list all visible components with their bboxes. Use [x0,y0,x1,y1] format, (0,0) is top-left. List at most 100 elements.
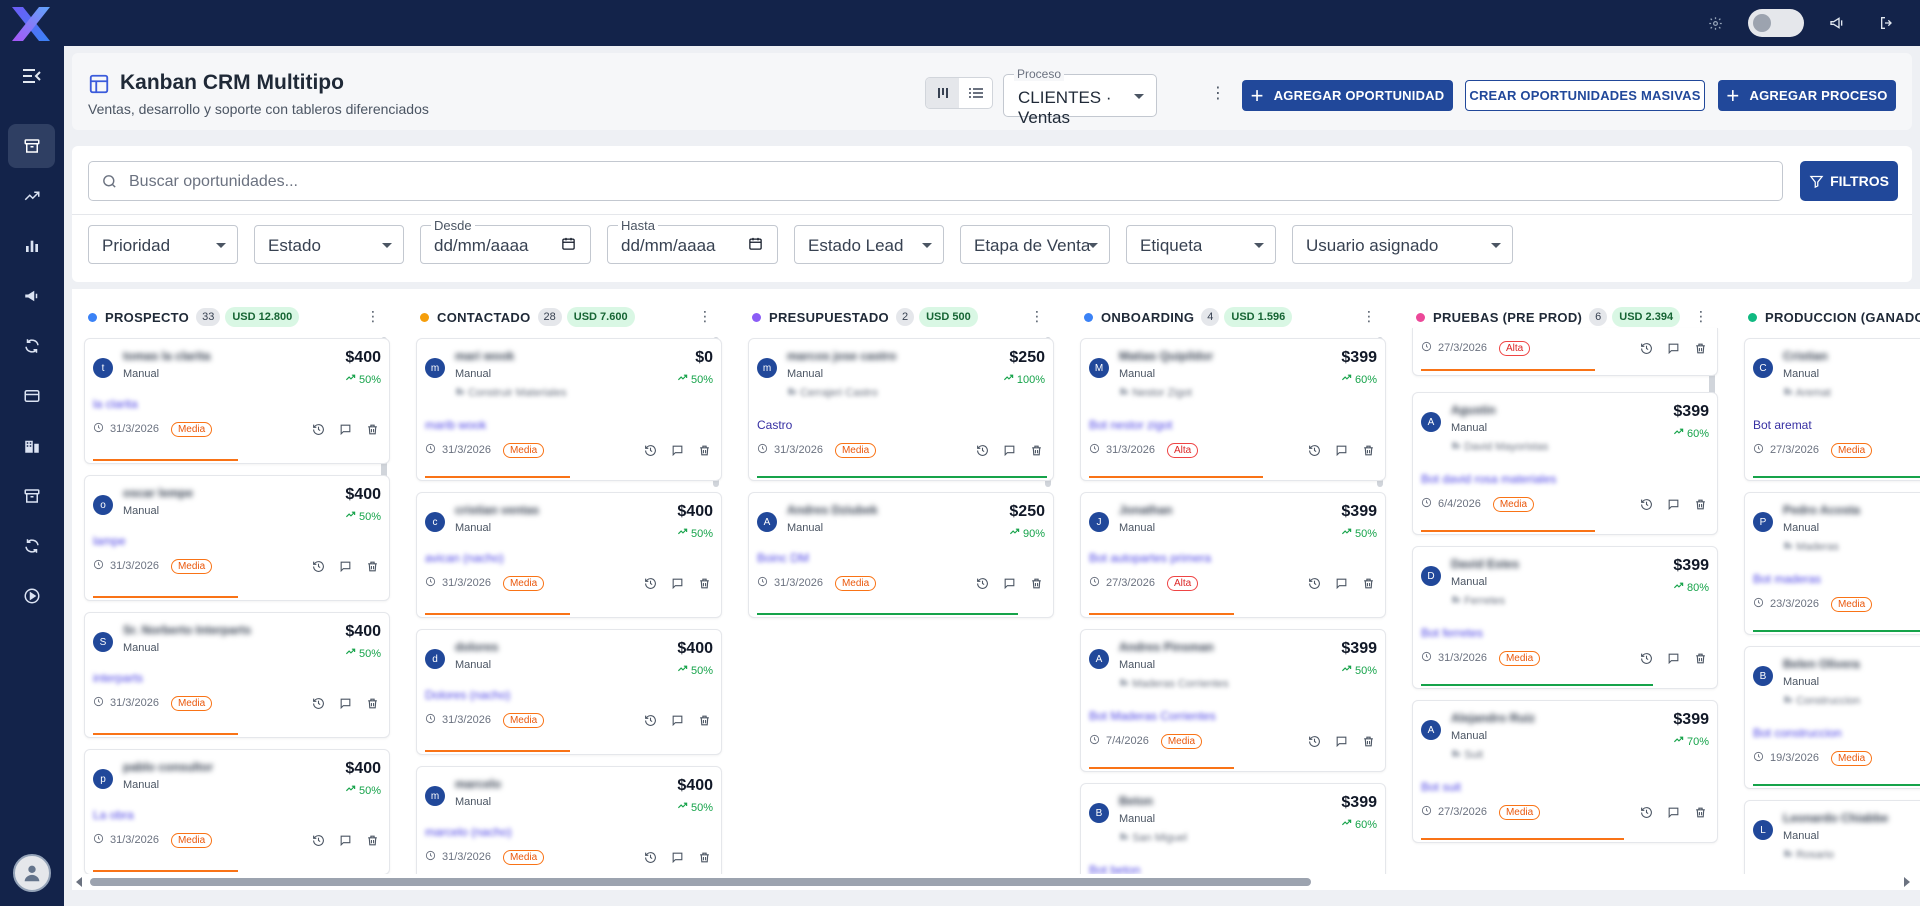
history-icon[interactable] [644,851,657,867]
bot-link[interactable]: Bot nestor zigot [1089,418,1172,432]
logout-icon[interactable] [1876,12,1898,34]
theme-toggle[interactable] [1748,9,1804,37]
trash-icon[interactable] [366,423,379,439]
bot-link[interactable]: Bot autopartes primera [1089,551,1211,565]
comment-icon[interactable] [671,577,684,593]
opportunity-card[interactable]: d dolores Manual $400 50% Dolores (nacho) 31/… [416,629,722,755]
column-menu-icon[interactable]: ⋮ [698,308,712,325]
history-icon[interactable] [976,577,989,593]
bot-link[interactable]: Boinc DM [757,551,809,565]
sidebar-item-billing[interactable] [8,374,55,418]
history-icon[interactable] [1640,498,1653,514]
megaphone-icon[interactable] [1826,12,1848,34]
scrollbar-thumb[interactable] [90,878,1311,886]
bot-link[interactable]: Bot ferretes [1421,626,1483,640]
history-icon[interactable] [1308,444,1321,460]
opportunity-card[interactable]: B Belen Olivera Manual Construccion Bot con… [1744,646,1920,789]
sales-stage-select[interactable]: Etapa de Venta [960,225,1110,264]
collapse-menu-icon[interactable] [8,54,55,98]
bot-link[interactable]: Dolores (nacho) [425,688,510,702]
bot-link[interactable]: la clarita [93,397,138,411]
more-options-icon[interactable]: ⋮ [1210,83,1226,103]
sidebar-item-archive[interactable] [8,474,55,518]
comment-icon[interactable] [1335,577,1348,593]
bot-link[interactable]: Bot construccion [1753,726,1842,740]
column-menu-icon[interactable]: ⋮ [366,308,380,325]
process-select[interactable]: Proceso CLIENTES · Ventas [1003,67,1157,127]
trash-icon[interactable] [1030,577,1043,593]
bot-link[interactable]: Bot aremat [1753,418,1812,432]
comment-icon[interactable] [671,851,684,867]
comment-icon[interactable] [1003,577,1016,593]
comment-icon[interactable] [339,423,352,439]
opportunity-card[interactable]: P Pedro Acosta Manual Maderas Bot maderas 23… [1744,492,1920,635]
trash-icon[interactable] [1694,652,1707,668]
lead-status-select[interactable]: Estado Lead [794,225,944,264]
column-menu-icon[interactable]: ⋮ [1362,308,1376,325]
opportunity-card[interactable]: o oscar lempe Manual $400 50% lampe 31/3/2026… [84,475,390,601]
bot-link[interactable]: Castro [757,418,792,432]
trash-icon[interactable] [698,851,711,867]
settings-icon[interactable] [1704,12,1726,34]
opportunity-card[interactable]: C Cristian Manual Aremat Bot aremat 27/3/202… [1744,338,1920,481]
column-menu-icon[interactable]: ⋮ [1030,308,1044,325]
bot-link[interactable]: Bot maderas [1753,572,1821,586]
opportunity-card[interactable]: p pablo consultor Manual $400 50% La obra 31/… [84,749,390,875]
opportunity-card[interactable]: c cristian ventas Manual $400 50% avican (na… [416,492,722,618]
comment-icon[interactable] [339,834,352,850]
opportunity-card[interactable]: m marcelo Manual $400 50% marcelo (nacho) 31/… [416,766,722,877]
opportunity-card[interactable]: M Matias Quipildor Manual Nestor Zigot $399… [1080,338,1386,481]
trash-icon[interactable] [698,714,711,730]
opportunity-card[interactable]: B Beton Manual San Miguel $399 60% Bot beton [1080,783,1386,877]
history-icon[interactable] [644,444,657,460]
priority-select[interactable]: Prioridad [88,225,238,264]
bot-link[interactable]: interparts [93,671,143,685]
opportunity-card[interactable]: L Leonardo Chiabbe Manual Rosario [1744,800,1920,877]
bot-link[interactable]: La obra [93,808,134,822]
add-opportunity-button[interactable]: + AGREGAR OPORTUNIDAD [1242,80,1453,111]
history-icon[interactable] [1308,735,1321,751]
opportunity-card[interactable]: A Agustin Manual David Mayoristas $399 60% B… [1412,392,1718,535]
trash-icon[interactable] [1362,735,1375,751]
sidebar-item-automation[interactable] [8,524,55,568]
bot-link[interactable]: lampe [93,534,126,548]
comment-icon[interactable] [1667,498,1680,514]
history-icon[interactable] [1640,652,1653,668]
comment-icon[interactable] [1667,652,1680,668]
history-icon[interactable] [312,423,325,439]
comment-icon[interactable] [339,697,352,713]
scroll-left-icon[interactable] [76,877,82,887]
kanban-view-button[interactable] [926,78,959,108]
comment-icon[interactable] [1667,806,1680,822]
trash-icon[interactable] [1362,577,1375,593]
calendar-icon[interactable] [561,236,576,254]
calendar-icon[interactable] [748,236,763,254]
history-icon[interactable] [1640,342,1653,358]
list-view-button[interactable] [959,78,992,108]
comment-icon[interactable] [1335,735,1348,751]
comment-icon[interactable] [1335,444,1348,460]
history-icon[interactable] [644,577,657,593]
opportunity-card[interactable]: m marcos jose castro Manual Cerrajeri Cast… [748,338,1054,481]
opportunity-card[interactable]: t tomas la clarita Manual $400 50% la clarit… [84,338,390,464]
bot-link[interactable]: Bot suit [1421,780,1461,794]
scroll-right-icon[interactable] [1904,877,1910,887]
bot-link[interactable]: marib wook [425,418,486,432]
date-to-input[interactable]: Hasta dd/mm/aaaa [607,218,778,264]
sidebar-item-sync[interactable] [8,324,55,368]
add-process-button[interactable]: + AGREGAR PROCESO [1718,80,1896,111]
bot-link[interactable]: marcelo (nacho) [425,825,512,839]
sidebar-item-trends[interactable] [8,174,55,218]
sidebar-item-reports[interactable] [8,224,55,268]
trash-icon[interactable] [1362,444,1375,460]
history-icon[interactable] [644,714,657,730]
opportunity-card[interactable]: J Jonathan Manual $399 50% Bot autopartes pr… [1080,492,1386,618]
history-icon[interactable] [976,444,989,460]
trash-icon[interactable] [698,577,711,593]
opportunity-card[interactable]: 27/3/2026 Alta [1412,328,1718,376]
comment-icon[interactable] [671,714,684,730]
bot-link[interactable]: Bot Maderas Corrientes [1089,709,1216,723]
sidebar-item-kanban[interactable] [8,124,55,168]
opportunity-card[interactable]: A Alejandro Ruiz Manual Suit $399 70% Bot su… [1412,700,1718,843]
comment-icon[interactable] [1667,342,1680,358]
